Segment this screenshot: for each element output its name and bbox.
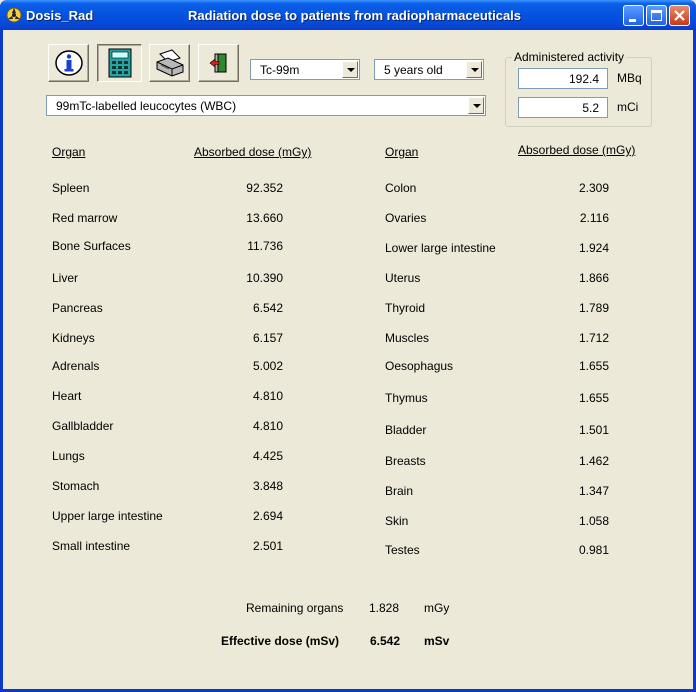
organ-dose: 1.866 — [578, 271, 609, 285]
exit-icon — [209, 53, 226, 73]
organ-dose: 11.736 — [247, 239, 283, 253]
organ-dose: 1.655 — [578, 391, 609, 405]
organ-name: Small intestine — [52, 539, 131, 553]
organ-dose: 2.501 — [252, 539, 283, 553]
calculator-icon — [108, 48, 131, 78]
age-value: 5 years old — [384, 63, 443, 77]
organ-dose: 1.789 — [578, 301, 609, 315]
organ-name: Skin — [385, 514, 409, 528]
organ-name: Stomach — [52, 479, 100, 493]
organ-name: Thymus — [385, 391, 428, 405]
effective-dose-unit: mSv — [424, 634, 450, 648]
organ-header-right: Organ — [385, 145, 419, 159]
organ-name: Testes — [385, 543, 420, 557]
organ-dose: 2.694 — [252, 509, 283, 523]
exit-button[interactable] — [198, 44, 239, 82]
organ-dose: 1.462 — [578, 454, 609, 468]
organ-dose: 2.116 — [579, 211, 609, 225]
organ-dose: 0.981 — [578, 543, 609, 557]
organ-name: Lungs — [52, 449, 85, 463]
calculator-button[interactable] — [97, 44, 142, 82]
chevron-down-icon[interactable] — [468, 97, 484, 114]
dose-header-right: Absorbed dose (mGy) — [518, 143, 636, 157]
info-icon — [54, 50, 83, 76]
minimize-button[interactable] — [623, 5, 644, 26]
printer-icon — [156, 49, 183, 77]
organ-name: Bladder — [385, 423, 427, 437]
organ-dose: 1.712 — [578, 331, 609, 345]
remaining-organs-value: 1.828 — [369, 601, 400, 615]
organ-name: Ovaries — [385, 211, 427, 225]
organ-name: Liver — [52, 271, 79, 285]
compound-select[interactable]: 99mTc-labelled leucocytes (WBC) — [46, 95, 486, 116]
organ-name: Pancreas — [52, 301, 103, 315]
isotope-select[interactable]: Tc-99m — [250, 59, 360, 80]
organ-dose: 1.924 — [578, 241, 609, 255]
organ-dose: 5.002 — [252, 359, 283, 373]
title-bar[interactable]: Dosis_Rad Radiation dose to patients fro… — [0, 0, 696, 30]
print-button[interactable] — [149, 44, 190, 82]
mci-unit: mCi — [617, 100, 639, 114]
info-button[interactable] — [48, 44, 89, 82]
chevron-down-icon[interactable] — [342, 61, 358, 78]
mci-input[interactable]: 5.2 — [518, 97, 608, 118]
organ-name: Spleen — [52, 181, 90, 195]
organ-name: Heart — [52, 389, 82, 403]
organ-name: Colon — [385, 181, 417, 195]
organ-header-left: Organ — [52, 145, 86, 159]
organ-dose: 10.390 — [246, 271, 283, 285]
main-window: Dosis_Rad Radiation dose to patients fro… — [0, 0, 696, 692]
organ-name: Gallbladder — [52, 419, 114, 433]
organ-dose: 4.810 — [252, 389, 283, 403]
organ-dose: 13.660 — [246, 211, 283, 225]
organ-dose: 1.501 — [578, 423, 609, 437]
organ-dose: 6.542 — [252, 301, 283, 315]
organ-name: Lower large intestine — [385, 241, 496, 255]
compound-value: 99mTc-labelled leucocytes (WBC) — [56, 99, 237, 113]
organ-name: Upper large intestine — [52, 509, 163, 523]
administered-activity-label: Administered activity — [512, 50, 627, 64]
remaining-organs-unit: mGy — [424, 601, 450, 615]
organ-name: Red marrow — [52, 211, 118, 225]
organ-dose: 1.655 — [578, 359, 609, 373]
organ-name: Kidneys — [52, 331, 95, 345]
organ-name: Brain — [385, 484, 414, 498]
close-button[interactable] — [669, 5, 690, 26]
organ-name: Adrenals — [52, 359, 100, 373]
administered-activity-group: Administered activity 192.4 MBq 5.2 mCi — [505, 50, 652, 127]
organ-name: Muscles — [385, 331, 430, 345]
isotope-value: Tc-99m — [260, 63, 300, 77]
minimize-icon — [629, 19, 636, 22]
organ-dose: 2.309 — [578, 181, 609, 195]
organ-dose: 4.425 — [252, 449, 283, 463]
chevron-down-icon[interactable] — [466, 61, 482, 78]
app-name: Dosis_Rad — [26, 8, 94, 23]
organ-dose: 6.157 — [252, 331, 283, 345]
remaining-organs-label: Remaining organs — [246, 601, 344, 615]
dose-header-left: Absorbed dose (mGy) — [194, 145, 312, 159]
effective-dose-value: 6.542 — [370, 634, 401, 648]
organ-name: Bone Surfaces — [52, 239, 131, 253]
maximize-button[interactable] — [646, 5, 667, 26]
close-icon — [674, 10, 685, 21]
organ-name: Oesophagus — [385, 359, 454, 373]
window-title: Radiation dose to patients from radiopha… — [188, 8, 522, 23]
age-select[interactable]: 5 years old — [374, 59, 484, 80]
organ-dose: 1.347 — [578, 484, 609, 498]
organ-name: Uterus — [385, 271, 421, 285]
mbq-input[interactable]: 192.4 — [518, 68, 608, 89]
organ-dose: 92.352 — [246, 181, 283, 195]
organ-name: Thyroid — [385, 301, 426, 315]
app-icon — [6, 7, 22, 23]
organ-dose: 4.810 — [252, 419, 283, 433]
organ-dose: 1.058 — [578, 514, 609, 528]
maximize-icon — [651, 10, 662, 21]
organ-dose: 3.848 — [252, 479, 283, 493]
mbq-unit: MBq — [617, 71, 642, 85]
organ-name: Breasts — [385, 454, 426, 468]
effective-dose-label: Effective dose (mSv) — [221, 634, 340, 648]
